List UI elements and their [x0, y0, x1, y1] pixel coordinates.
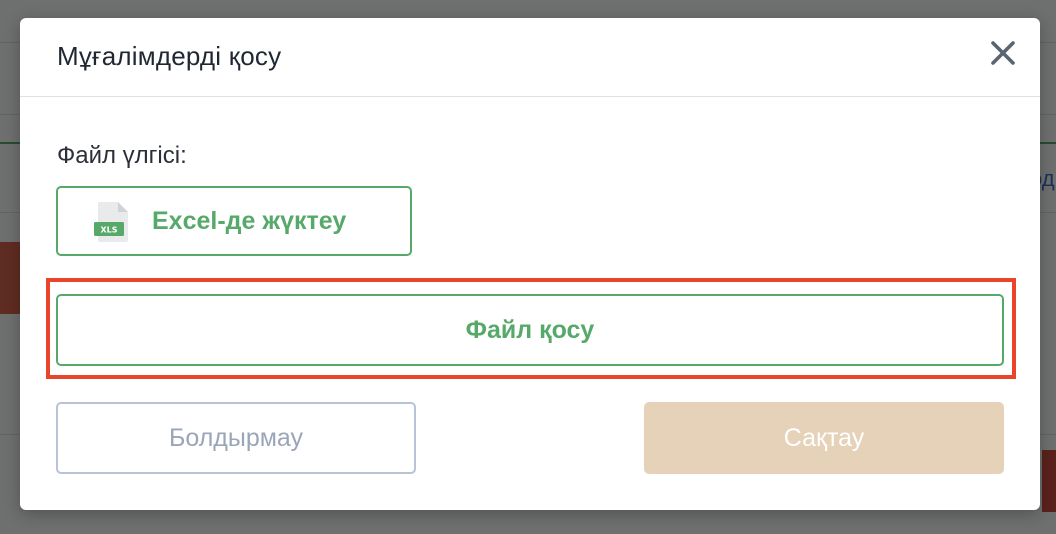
download-excel-button[interactable]: XLS Excel-де жүктеу	[56, 186, 412, 256]
close-icon	[991, 41, 1015, 65]
cancel-button[interactable]: Болдырмау	[56, 402, 416, 474]
close-button[interactable]	[988, 38, 1018, 68]
xls-icon-text: XLS	[100, 226, 117, 235]
save-label: Сақтау	[783, 423, 865, 452]
file-template-label: Файл үлгісі:	[57, 142, 187, 169]
add-teachers-modal: Мұғалімдерді қосу Файл үлгісі: XLS Excel…	[20, 18, 1040, 510]
add-file-button[interactable]: Файл қосу	[56, 294, 1004, 366]
save-button[interactable]: Сақтау	[644, 402, 1004, 474]
modal-title: Мұғалімдерді қосу	[57, 41, 282, 71]
download-excel-label: Excel-де жүктеу	[152, 207, 347, 235]
modal-header: Мұғалімдерді қосу	[20, 18, 1040, 97]
xls-file-icon: XLS	[94, 202, 128, 242]
add-file-label: Файл қосу	[465, 315, 595, 344]
cancel-label: Болдырмау	[168, 423, 304, 452]
